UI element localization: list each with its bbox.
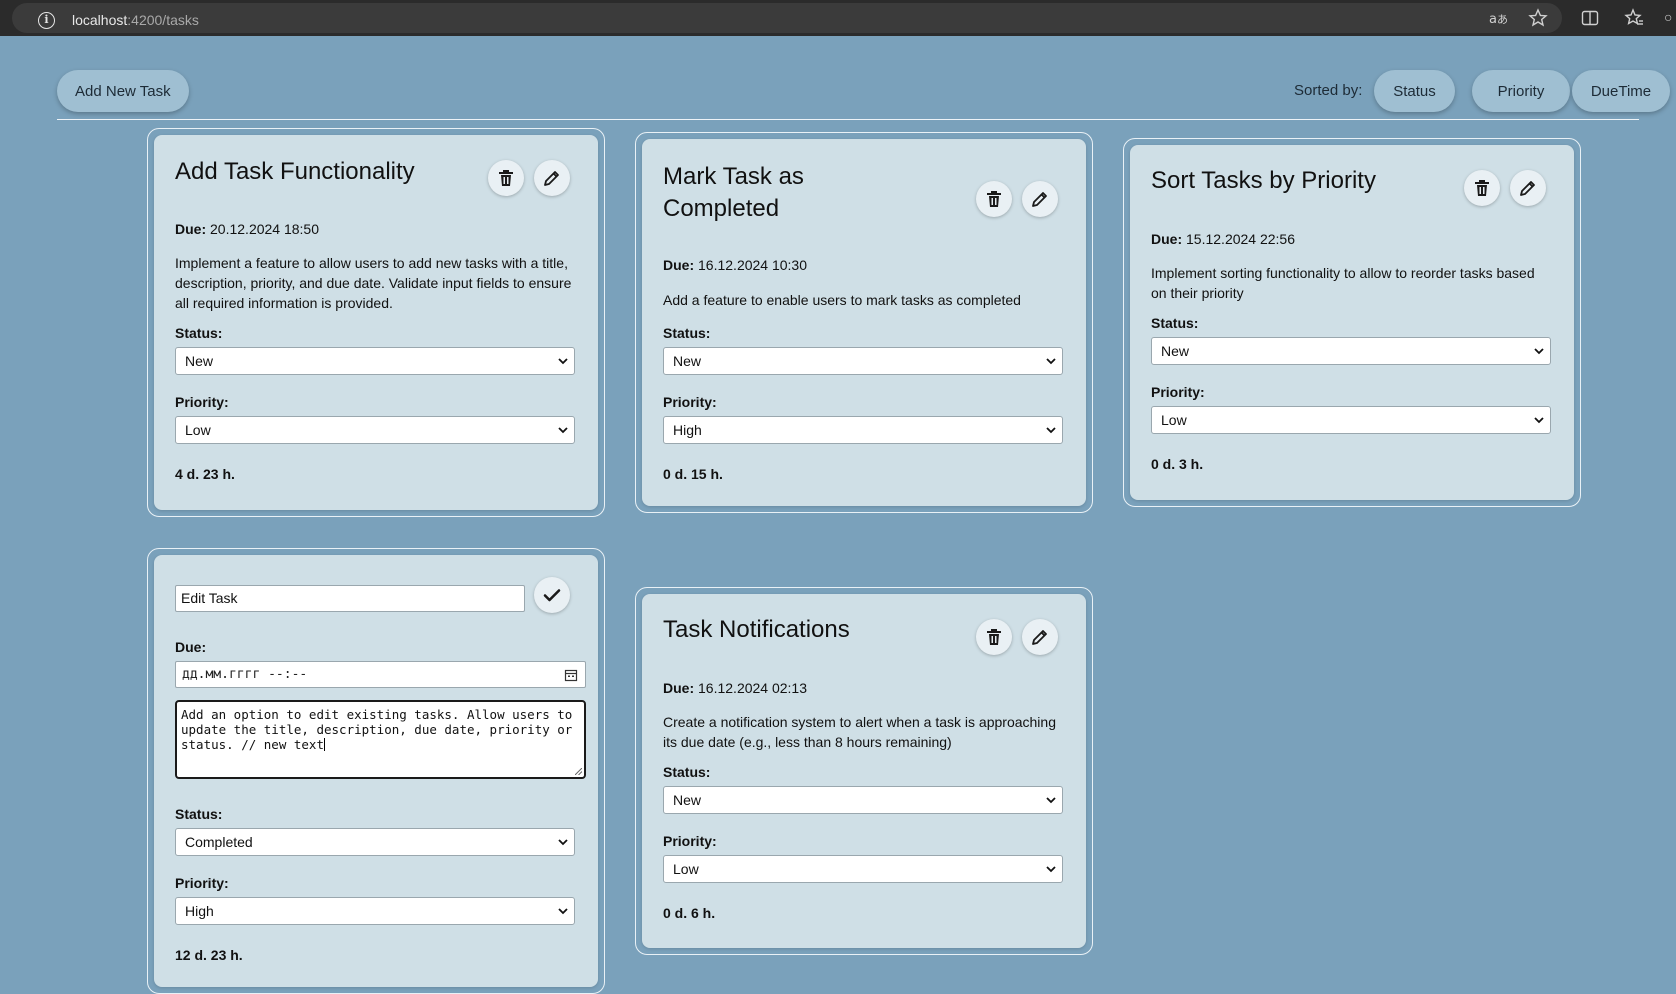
chevron-down-icon <box>558 839 568 846</box>
status-select[interactable]: New <box>663 347 1063 375</box>
priority-select[interactable]: Low <box>663 855 1063 883</box>
edit-task-button[interactable] <box>534 160 570 196</box>
time-remaining: 4 d. 23 h. <box>175 466 235 482</box>
task-card: Task Notifications Due: 16.12.2024 02:13… <box>635 587 1093 955</box>
time-remaining: 12 d. 23 h. <box>175 947 243 963</box>
priority-select[interactable]: High <box>663 416 1063 444</box>
star-icon[interactable] <box>1528 8 1548 28</box>
due-date-input[interactable]: дд.мм.гггг --:-- <box>175 661 586 688</box>
header-divider <box>57 119 1639 120</box>
status-select[interactable]: New <box>175 347 575 375</box>
sort-by-status-button[interactable]: Status <box>1374 70 1455 112</box>
svg-text:あ: あ <box>1497 13 1508 26</box>
priority-label: Priority: <box>663 833 717 849</box>
chevron-down-icon <box>558 427 568 434</box>
trash-icon <box>1475 180 1489 196</box>
due-date: Due: 20.12.2024 18:50 <box>175 221 320 237</box>
url-text[interactable]: localhost:4200/tasks <box>72 12 199 28</box>
priority-label: Priority: <box>1151 384 1205 400</box>
task-card-editing: Edit Task Due: дд.мм.гггг --:-- Add an o… <box>147 548 605 994</box>
task-title: Sort Tasks by Priority <box>1151 167 1376 194</box>
profile-icon[interactable]: ○ <box>1664 9 1672 25</box>
status-select[interactable]: New <box>663 786 1063 814</box>
edit-task-button[interactable] <box>1022 619 1058 655</box>
address-bar[interactable]: i localhost:4200/tasks <box>12 3 1562 33</box>
time-remaining: 0 d. 3 h. <box>1151 456 1204 472</box>
priority-select[interactable]: Low <box>175 416 575 444</box>
save-task-button[interactable] <box>534 577 570 613</box>
task-description: Add a feature to enable users to mark ta… <box>663 292 1021 308</box>
task-description: Implement sorting functionality to allow… <box>1151 265 1535 301</box>
add-task-button[interactable]: Add New Task <box>57 70 189 112</box>
checkmark-icon <box>543 589 561 602</box>
priority-select[interactable]: High <box>175 897 575 925</box>
sort-by-priority-button[interactable]: Priority <box>1472 70 1570 112</box>
status-label: Status: <box>175 806 223 822</box>
task-card-body: Edit Task Due: дд.мм.гггг --:-- Add an o… <box>154 555 598 987</box>
task-description: Implement a feature to allow users to ad… <box>175 255 572 311</box>
task-card-body: Task Notifications Due: 16.12.2024 02:13… <box>642 594 1086 948</box>
chevron-down-icon <box>1534 417 1544 424</box>
delete-task-button[interactable] <box>488 160 524 196</box>
translate-icon[interactable]: a あ <box>1488 8 1508 28</box>
calendar-icon[interactable] <box>564 668 578 682</box>
chevron-down-icon <box>1046 427 1056 434</box>
text-caret <box>324 738 325 751</box>
delete-task-button[interactable] <box>976 181 1012 217</box>
pencil-icon <box>1032 630 1047 645</box>
favorites-icon[interactable] <box>1624 8 1644 28</box>
status-select[interactable]: Completed <box>175 828 575 856</box>
trash-icon <box>499 170 513 186</box>
due-date: Due: 16.12.2024 10:30 <box>663 257 808 273</box>
priority-label: Priority: <box>175 875 229 891</box>
edit-task-button[interactable] <box>1510 170 1546 206</box>
chevron-down-icon <box>1534 348 1544 355</box>
resize-grip-icon[interactable] <box>575 768 582 775</box>
pencil-icon <box>1032 192 1047 207</box>
trash-icon <box>987 629 1001 645</box>
task-card: Sort Tasks by Priority Due: 15.12.2024 2… <box>1123 138 1581 507</box>
task-title: Add Task Functionality <box>175 158 415 185</box>
trash-icon <box>987 191 1001 207</box>
priority-select[interactable]: Low <box>1151 406 1551 434</box>
delete-task-button[interactable] <box>1464 170 1500 206</box>
svg-text:a: a <box>1489 12 1497 27</box>
chevron-down-icon <box>1046 797 1056 804</box>
status-label: Status: <box>663 764 711 780</box>
sort-by-duetime-button[interactable]: DueTime <box>1572 70 1670 112</box>
chevron-down-icon <box>558 908 568 915</box>
browser-bar: i localhost:4200/tasks a あ ○ <box>0 0 1676 36</box>
status-select[interactable]: New <box>1151 337 1551 365</box>
pencil-icon <box>1520 181 1535 196</box>
time-remaining: 0 d. 6 h. <box>663 905 716 921</box>
due-date: Due: 16.12.2024 02:13 <box>663 680 808 696</box>
delete-task-button[interactable] <box>976 619 1012 655</box>
due-label: Due: <box>175 639 207 655</box>
task-title: Mark Task as Completed <box>663 163 804 222</box>
edit-task-button[interactable] <box>1022 181 1058 217</box>
priority-label: Priority: <box>663 394 717 410</box>
status-label: Status: <box>663 325 711 341</box>
chevron-down-icon <box>1046 866 1056 873</box>
time-remaining: 0 d. 15 h. <box>663 466 723 482</box>
status-label: Status: <box>175 325 223 341</box>
task-card: Mark Task as Completed Due: 16.12.2024 1… <box>635 132 1093 513</box>
task-title: Task Notifications <box>663 616 850 643</box>
task-card: Add Task Functionality Due: 20.12.2024 1… <box>147 128 605 517</box>
task-card-body: Mark Task as Completed Due: 16.12.2024 1… <box>642 139 1086 506</box>
priority-label: Priority: <box>175 394 229 410</box>
chevron-down-icon <box>558 358 568 365</box>
status-label: Status: <box>1151 315 1199 331</box>
due-date: Due: 15.12.2024 22:56 <box>1151 231 1296 247</box>
pencil-icon <box>544 171 559 186</box>
task-card-body: Sort Tasks by Priority Due: 15.12.2024 2… <box>1130 145 1574 500</box>
task-card-body: Add Task Functionality Due: 20.12.2024 1… <box>154 135 598 510</box>
info-icon[interactable]: i <box>38 12 55 29</box>
task-description: Create a notification system to alert wh… <box>663 714 1056 750</box>
chevron-down-icon <box>1046 358 1056 365</box>
description-textarea[interactable]: Add an option to edit existing tasks. Al… <box>175 700 586 779</box>
sorted-by-label: Sorted by: <box>1294 82 1363 99</box>
title-input[interactable]: Edit Task <box>175 585 525 612</box>
split-screen-icon[interactable] <box>1580 8 1600 28</box>
